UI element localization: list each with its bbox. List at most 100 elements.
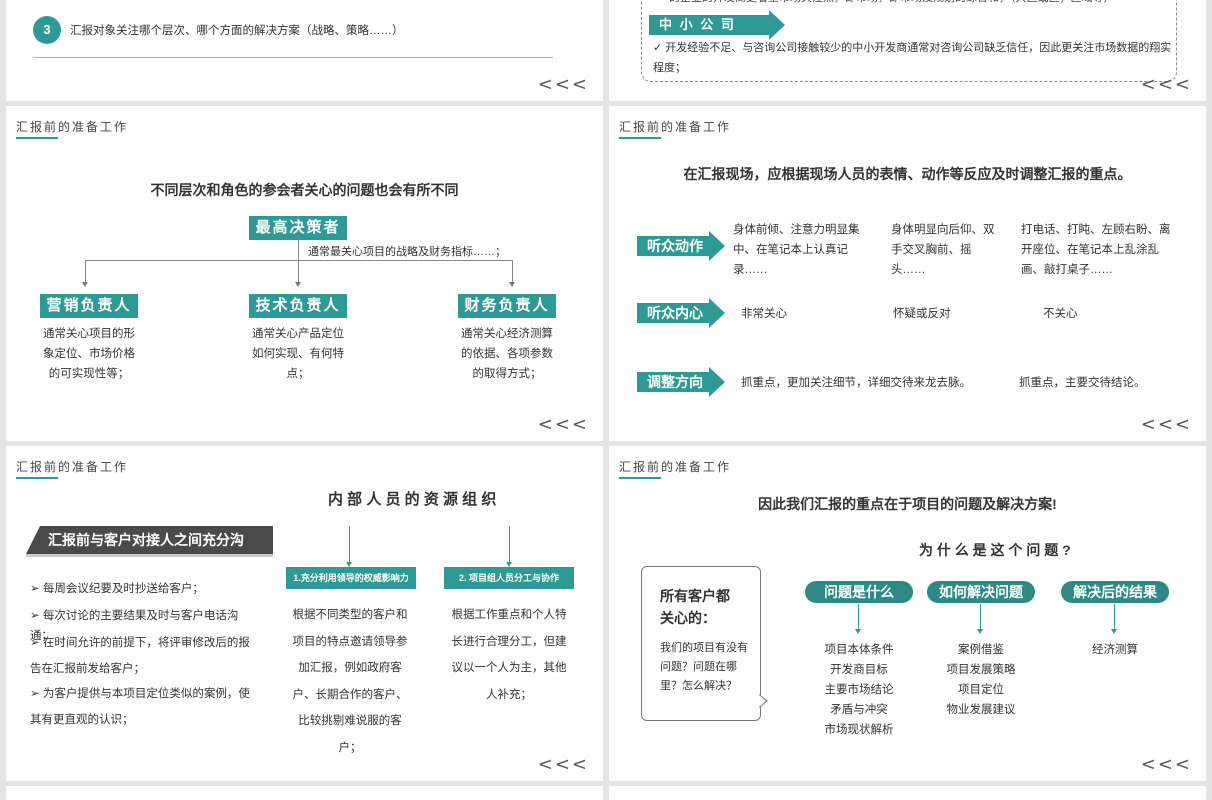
small-company-bullet: ✓ 开发经验不足、与咨询公司接触较少的中小开发商通常对咨询公司缺乏信任，因此更关… — [653, 42, 1172, 74]
mind-cell-3: 不关心 — [1043, 308, 1078, 320]
step-number-badge: 3 — [33, 16, 61, 44]
nav-back-button[interactable]: <<< — [538, 74, 589, 95]
adjust-cell-1: 抓重点，更加关注细节，详细交待来龙去脉。 — [741, 377, 971, 389]
list-item: 项目本体条件 — [824, 644, 894, 656]
marketing-head-desc: 通常关心项目的形象定位、市场价格的可实现性等； — [43, 328, 135, 380]
speech-bubble: 所有客户都关心的： 我们的项目有没有问题？问题在哪里？怎么解决？ — [641, 566, 761, 721]
how-solve-list: 案例借鉴 项目发展策略 项目定位 物业发展建议 — [927, 640, 1035, 720]
section-title: 汇报前的准备工作 — [619, 120, 732, 134]
slide-headline: 因此我们汇报的重点在于项目的问题及解决方案! — [758, 496, 1057, 512]
list-item: 项目定位 — [958, 684, 1004, 696]
pill-how-solve: 如何解决问题 — [927, 581, 1035, 603]
team-division-tag: 2. 项目组人员分工与协作 — [444, 567, 574, 589]
bubble-text: 我们的项目有没有问题？问题在哪里？怎么解决？ — [660, 642, 748, 692]
arrow-head — [509, 282, 515, 287]
mind-cell-1: 非常关心 — [741, 308, 787, 320]
comm-bullet-4: ➢ 为客户提供与本项目定位类似的案例，使其有更直观的认识； — [30, 688, 250, 726]
slide-panel-8 — [609, 786, 1206, 800]
arrow-head — [977, 629, 983, 634]
bullet-text: 为客户提供与本项目定位类似的案例，使其有更直观的认识； — [30, 688, 250, 726]
dark-title-shadow — [26, 554, 273, 557]
adjust-cell-2: 抓重点，主要交待结论。 — [1019, 377, 1146, 389]
slide-panel-4: 汇报前的准备工作 在汇报现场，应根据现场人员的表情、动作等反应及时调整汇报的重点… — [609, 106, 1206, 441]
section-underline — [619, 137, 661, 139]
arrow-head — [295, 282, 301, 287]
team-division-text: 根据工作重点和个人特长进行合理分工，但建议以一个人为主，其他人补充； — [451, 609, 567, 701]
tech-head-box: 技术负责人 — [249, 294, 347, 318]
list-item: 案例借鉴 — [958, 644, 1004, 656]
list-item: 物业发展建议 — [946, 704, 1016, 716]
top-decision-maker-desc: 通常最关心项目的战略及财务指标……； — [308, 246, 506, 258]
comm-bullet-3: ➢ 在时间允许的前提下，将评审修改后的报告在汇报前发给客户； — [30, 637, 250, 675]
connector-line — [85, 260, 86, 284]
pill-result: 解决后的结果 — [1061, 581, 1169, 603]
action-cell-3: 打电话、打盹、左顾右盼、离开座位、在笔记本上乱涂乱画、敲打桌子…… — [1021, 224, 1171, 276]
section-underline — [16, 137, 58, 139]
bullet-text: 在时间允许的前提下，将评审修改后的报告在汇报前发给客户； — [30, 637, 250, 675]
audience-mind-tag: 听众内心 — [637, 298, 725, 328]
slide-panel-6: 汇报前的准备工作 因此我们汇报的重点在于项目的问题及解决方案! 为 什 么 是 … — [609, 446, 1206, 781]
connector-line — [349, 526, 350, 564]
nav-back-button[interactable]: <<< — [538, 754, 589, 775]
nav-back-button[interactable]: <<< — [1141, 754, 1192, 775]
section-title: 汇报前的准备工作 — [16, 120, 129, 134]
connector-line — [858, 604, 859, 630]
action-cell-1: 身体前倾、注意力明显集中、在笔记本上认真记录…… — [733, 224, 860, 276]
slide-panel-1: 3 汇报对象关注哪个层次、哪个方面的解决方案（战略、策略……） <<< — [6, 0, 603, 101]
section-title: 汇报前的准备工作 — [16, 460, 129, 474]
connector-line — [1114, 604, 1115, 630]
list-item: 项目发展策略 — [946, 664, 1016, 676]
arrow-head — [855, 629, 861, 634]
comm-bullet-1: ➢ 每周会议纪要及时抄送给客户； — [30, 583, 204, 595]
connector-line — [298, 260, 299, 284]
slide-panel-2: 的企业的开发商更看重市场关注点，即市场，即市场及规划的综合和，（大区或区，区域等… — [609, 0, 1206, 101]
connector-line — [509, 526, 510, 564]
list-item: 经济测算 — [1092, 644, 1138, 656]
step-number: 3 — [43, 22, 51, 37]
slide-panel-5: 汇报前的准备工作 汇报前与客户对接人之间充分沟 ➢ 每周会议纪要及时抄送给客户；… — [6, 446, 603, 781]
adjust-direction-tag: 调整方向 — [637, 367, 725, 397]
small-company-label: 中 小 公 司 — [649, 15, 769, 35]
list-item: 矛盾与冲突 — [830, 704, 888, 716]
nav-back-button[interactable]: <<< — [1141, 74, 1192, 95]
small-company-tag: 中 小 公 司 — [649, 10, 785, 40]
list-item: 主要市场结论 — [824, 684, 894, 696]
why-question: 为 什 么 是 这 个 问 题 ? — [919, 542, 1071, 558]
bubble-title: 所有客户都关心的： — [660, 588, 730, 626]
section-title: 汇报前的准备工作 — [619, 460, 732, 474]
arrow-head — [82, 282, 88, 287]
leader-influence-tag: 1.充分利用领导的权威影响力 — [286, 567, 416, 589]
slide-headline: 不同层次和角色的参会者关心的问题也会有所不同 — [150, 182, 459, 198]
internal-resources-title: 内 部 人 员 的 资 源 组 织 — [328, 491, 497, 508]
pill-what-problem: 问题是什么 — [805, 581, 913, 603]
top-decision-maker-box: 最高决策者 — [249, 216, 347, 240]
finance-head-box: 财务负责人 — [458, 294, 556, 318]
section-underline — [16, 477, 58, 479]
slide-panel-3: 汇报前的准备工作 不同层次和角色的参会者关心的问题也会有所不同 最高决策者 通常… — [6, 106, 603, 441]
connector-line — [85, 260, 513, 261]
tech-head-desc: 通常关心产品定位如何实现、有何特点； — [252, 328, 344, 380]
what-problem-list: 项目本体条件 开发商目标 主要市场结论 矛盾与冲突 市场现状解析 — [805, 640, 913, 740]
connector-line — [512, 260, 513, 284]
divider — [33, 57, 553, 58]
adjust-direction-label: 调整方向 — [637, 372, 709, 392]
bullet-text: 每周会议纪要及时抄送给客户； — [42, 583, 204, 595]
connector-line — [298, 240, 299, 260]
section-underline — [619, 477, 661, 479]
nav-back-button[interactable]: <<< — [538, 414, 589, 435]
arrow-head — [1111, 629, 1117, 634]
list-item: 开发商目标 — [830, 664, 888, 676]
action-cell-2: 身体明显向后仰、双手交叉胸前、摇头…… — [891, 224, 995, 276]
result-list: 经济测算 — [1061, 640, 1169, 660]
dark-title-text: 汇报前与客户对接人之间充分沟 — [48, 532, 244, 548]
connector-line — [980, 604, 981, 630]
cut-text: 的企业的开发商更看重市场关注点，即市场，即市场及规划的综合和，（大区或区，区域等… — [669, 0, 1115, 8]
slide-panel-7 — [6, 786, 603, 800]
nav-back-button[interactable]: <<< — [1141, 414, 1192, 435]
leader-influence-text: 根据不同类型的客户和项目的特点邀请领导参加汇报，例如政府客户、长期合作的客户、比… — [292, 609, 408, 754]
audience-action-tag: 听众动作 — [637, 231, 725, 261]
audience-action-label: 听众动作 — [637, 236, 709, 256]
marketing-head-box: 营销负责人 — [40, 294, 138, 318]
step-text: 汇报对象关注哪个层次、哪个方面的解决方案（战略、策略……） — [70, 25, 404, 37]
slide-headline: 在汇报现场，应根据现场人员的表情、动作等反应及时调整汇报的重点。 — [683, 166, 1132, 182]
